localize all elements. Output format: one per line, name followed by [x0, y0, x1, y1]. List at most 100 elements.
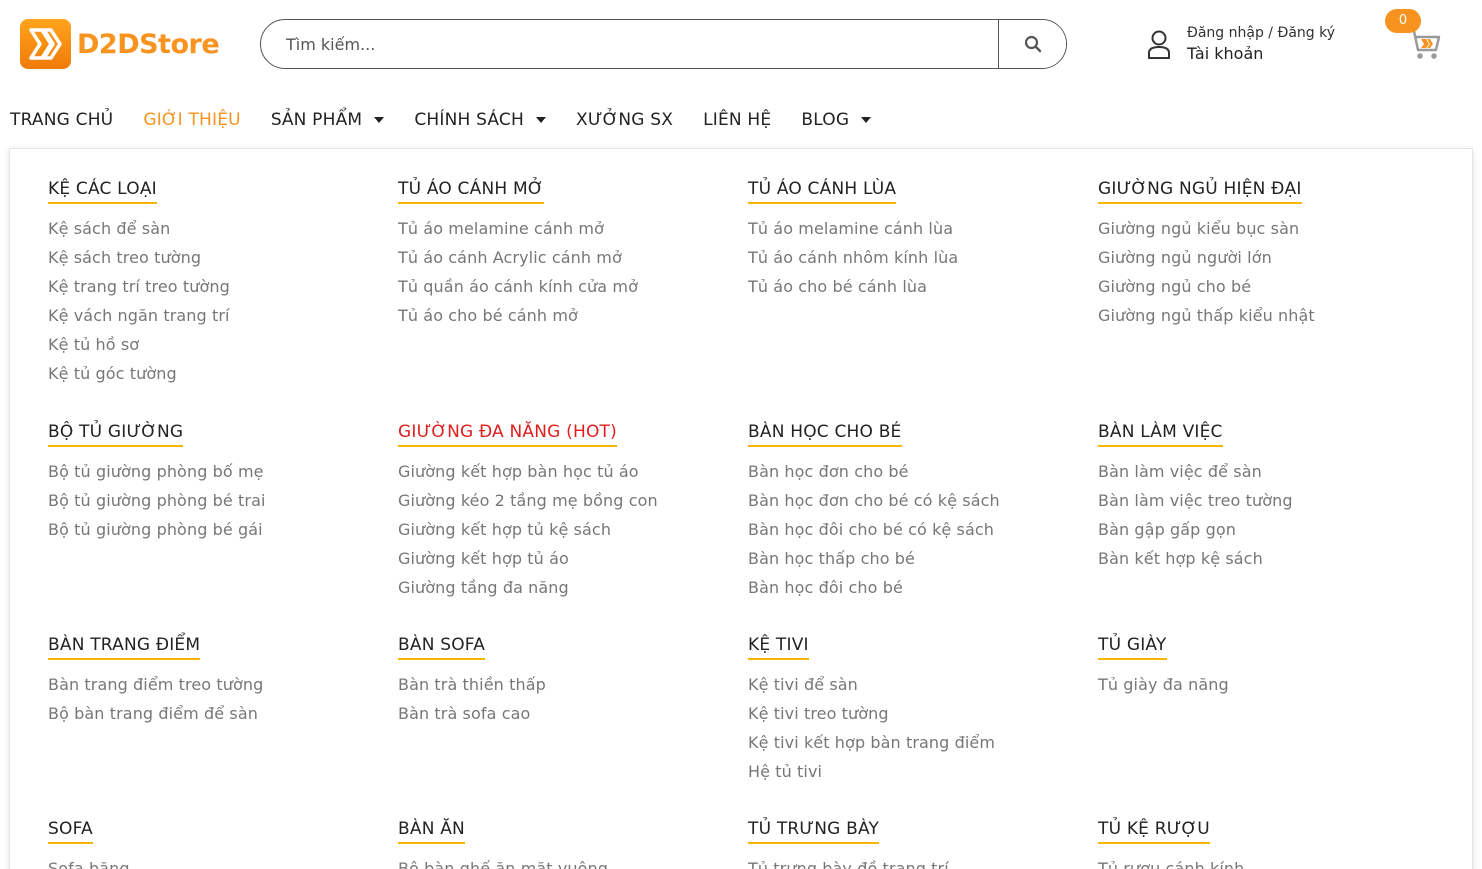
category-link[interactable]: Tủ áo cánh nhôm kính lùa — [748, 243, 1088, 272]
category-link[interactable]: Tủ áo cho bé cánh mở — [398, 301, 738, 330]
category-link[interactable]: Bộ bàn ghế ăn mặt vuông — [398, 854, 738, 869]
category-link[interactable]: Bàn gập gấp gọn — [1098, 515, 1438, 544]
nav-item-gioi-thieu[interactable]: GIỚI THIỆU — [143, 110, 241, 130]
category-title[interactable]: GIƯỜNG NGỦ HIỆN ĐẠI — [1098, 179, 1302, 204]
category-link-list: Tủ rượu cánh kính — [1098, 854, 1438, 869]
menu-category-giuong-da-nang-hot: GIƯỜNG ĐA NĂNG (HOT) Giường kết hợp bàn h… — [398, 422, 738, 602]
search-icon — [1024, 35, 1041, 53]
category-link[interactable]: Tủ áo melamine cánh mở — [398, 214, 738, 243]
nav-item-label: GIỚI THIỆU — [143, 110, 241, 130]
nav-item-blog[interactable]: BLOG — [801, 110, 872, 130]
category-title[interactable]: TỦ ÁO CÁNH LÙA — [748, 179, 897, 204]
category-link-list: Giường kết hợp bàn học tủ áo Giường kéo 2… — [398, 457, 738, 602]
category-link[interactable]: Giường ngủ thấp kiểu nhật — [1098, 301, 1438, 330]
nav-item-xuong-sx[interactable]: XƯỞNG SX — [576, 110, 673, 130]
category-link[interactable]: Bàn làm việc để sàn — [1098, 457, 1438, 486]
category-title[interactable]: BÀN LÀM VIỆC — [1098, 422, 1223, 447]
category-link[interactable]: Kệ sách để sàn — [48, 214, 388, 243]
category-link[interactable]: Bàn trà thiền thấp — [398, 670, 738, 699]
category-link[interactable]: Kệ tivi để sàn — [748, 670, 1088, 699]
category-link[interactable]: Kệ tủ hồ sơ — [48, 330, 388, 359]
category-link[interactable]: Kệ tivi treo tường — [748, 699, 1088, 728]
category-title[interactable]: KỆ CÁC LOẠI — [48, 179, 157, 204]
category-title[interactable]: KỆ TIVI — [748, 635, 809, 660]
category-link[interactable]: Bộ tủ giường phòng bé trai — [48, 486, 388, 515]
category-link[interactable]: Tủ áo cánh Acrylic cánh mở — [398, 243, 738, 272]
caret-down-icon — [535, 117, 546, 123]
nav-item-chinh-sach[interactable]: CHÍNH SÁCH — [414, 110, 546, 130]
nav-item-trang-chu[interactable]: TRANG CHỦ — [10, 110, 113, 130]
category-link[interactable]: Kệ trang trí treo tường — [48, 272, 388, 301]
category-link-list: Tủ trưng bày đồ trang trí — [748, 854, 1088, 869]
account-text: Đăng nhập / Đăng ký Tài khoản — [1187, 24, 1335, 65]
category-link[interactable]: Tủ quần áo cánh kính cửa mở — [398, 272, 738, 301]
category-link[interactable]: Bàn học đôi cho bé có kệ sách — [748, 515, 1088, 544]
category-title[interactable]: BỘ TỦ GIƯỜNG — [48, 422, 184, 447]
category-link[interactable]: Giường kéo 2 tầng mẹ bồng con — [398, 486, 738, 515]
category-title[interactable]: TỦ TRƯNG BÀY — [748, 819, 880, 844]
category-link[interactable]: Hệ tủ tivi — [748, 757, 1088, 786]
nav-item-lien-he[interactable]: LIÊN HỆ — [703, 110, 771, 130]
caret-down-icon — [374, 117, 385, 123]
category-link[interactable]: Bàn kết hợp kệ sách — [1098, 544, 1438, 573]
category-link-list: Giường ngủ kiểu bục sàn Giường ngủ người … — [1098, 214, 1438, 330]
user-icon — [1148, 30, 1170, 59]
category-link[interactable]: Tủ áo melamine cánh lùa — [748, 214, 1088, 243]
category-link[interactable]: Bàn học đơn cho bé có kệ sách — [748, 486, 1088, 515]
category-link[interactable]: Bàn trà sofa cao — [398, 699, 738, 728]
category-title[interactable]: TỦ GIÀY — [1098, 635, 1167, 660]
search-button[interactable] — [998, 20, 1066, 68]
category-title[interactable]: BÀN TRANG ĐIỂM — [48, 635, 201, 660]
category-title[interactable]: BÀN SOFA — [398, 635, 486, 660]
category-link[interactable]: Tủ trưng bày đồ trang trí — [748, 854, 1088, 869]
category-title[interactable]: BÀN ĂN — [398, 819, 465, 844]
menu-category-tu-giay: TỦ GIÀY Tủ giày đa năng — [1098, 635, 1438, 699]
category-link-list: Kệ tivi để sàn Kệ tivi treo tường Kệ tivi … — [748, 670, 1088, 786]
category-link[interactable]: Kệ vách ngăn trang trí — [48, 301, 388, 330]
category-link-list: Tủ giày đa năng — [1098, 670, 1438, 699]
category-link[interactable]: Giường ngủ kiểu bục sàn — [1098, 214, 1438, 243]
category-link[interactable]: Bộ bàn trang điểm để sàn — [48, 699, 388, 728]
category-link[interactable]: Bộ tủ giường phòng bé gái — [48, 515, 388, 544]
category-title[interactable]: TỦ KỆ RƯỢU — [1098, 819, 1210, 844]
category-link[interactable]: Giường ngủ cho bé — [1098, 272, 1438, 301]
category-link[interactable]: Kệ tủ góc tường — [48, 359, 388, 388]
login-register-label: Đăng nhập / Đăng ký — [1187, 24, 1335, 41]
category-title[interactable]: TỦ ÁO CÁNH MỞ — [398, 179, 544, 204]
category-link[interactable]: Giường tầng đa năng — [398, 573, 738, 602]
site-header: D2DStore Đăng nhập / Đăng ký Tài khoản — [0, 0, 1482, 92]
category-link[interactable]: Kệ sách treo tường — [48, 243, 388, 272]
category-link[interactable]: Tủ áo cho bé cánh lùa — [748, 272, 1088, 301]
account-link[interactable]: Đăng nhập / Đăng ký Tài khoản — [1145, 22, 1335, 66]
search-bar — [260, 19, 1067, 69]
menu-category-ke-cac-loai: KỆ CÁC LOẠI Kệ sách để sàn Kệ sách treo tư… — [48, 179, 388, 388]
category-link[interactable]: Tủ rượu cánh kính — [1098, 854, 1438, 869]
category-link[interactable]: Giường ngủ người lớn — [1098, 243, 1438, 272]
category-link[interactable]: Sofa băng — [48, 854, 388, 869]
category-link[interactable]: Bàn học đơn cho bé — [748, 457, 1088, 486]
category-title[interactable]: BÀN HỌC CHO BÉ — [748, 422, 902, 447]
nav-item-san-pham[interactable]: SẢN PHẨM — [271, 110, 385, 130]
menu-category-ke-tivi: KỆ TIVI Kệ tivi để sàn Kệ tivi treo tường K… — [748, 635, 1088, 786]
category-link[interactable]: Bàn làm việc treo tường — [1098, 486, 1438, 515]
site-logo[interactable]: D2DStore — [20, 19, 220, 69]
category-link-list: Bàn học đơn cho bé Bàn học đơn cho bé có … — [748, 457, 1088, 602]
category-title[interactable]: SOFA — [48, 819, 93, 844]
category-link[interactable]: Kệ tivi kết hợp bàn trang điểm — [748, 728, 1088, 757]
category-link[interactable]: Giường kết hợp bàn học tủ áo — [398, 457, 738, 486]
category-link[interactable]: Bàn học thấp cho bé — [748, 544, 1088, 573]
category-link[interactable]: Giường kết hợp tủ kệ sách — [398, 515, 738, 544]
search-input[interactable] — [261, 20, 999, 68]
products-mega-menu: KỆ CÁC LOẠI Kệ sách để sàn Kệ sách treo tư… — [9, 148, 1473, 869]
cart-button[interactable]: 0 — [1385, 8, 1445, 64]
category-link[interactable]: Bàn trang điểm treo tường — [48, 670, 388, 699]
category-link[interactable]: Bàn học đôi cho bé — [748, 573, 1088, 602]
nav-item-label: TRANG CHỦ — [10, 110, 114, 130]
category-link[interactable]: Tủ giày đa năng — [1098, 670, 1438, 699]
logo-icon — [20, 19, 71, 69]
menu-category-bo-tu-giuong: BỘ TỦ GIƯỜNG Bộ tủ giường phòng bố mẹ Bộ t… — [48, 422, 388, 544]
category-title[interactable]: GIƯỜNG ĐA NĂNG (HOT) — [398, 422, 617, 447]
category-link[interactable]: Bộ tủ giường phòng bố mẹ — [48, 457, 388, 486]
category-link[interactable]: Giường kết hợp tủ áo — [398, 544, 738, 573]
nav-item-label: CHÍNH SÁCH — [414, 110, 524, 130]
